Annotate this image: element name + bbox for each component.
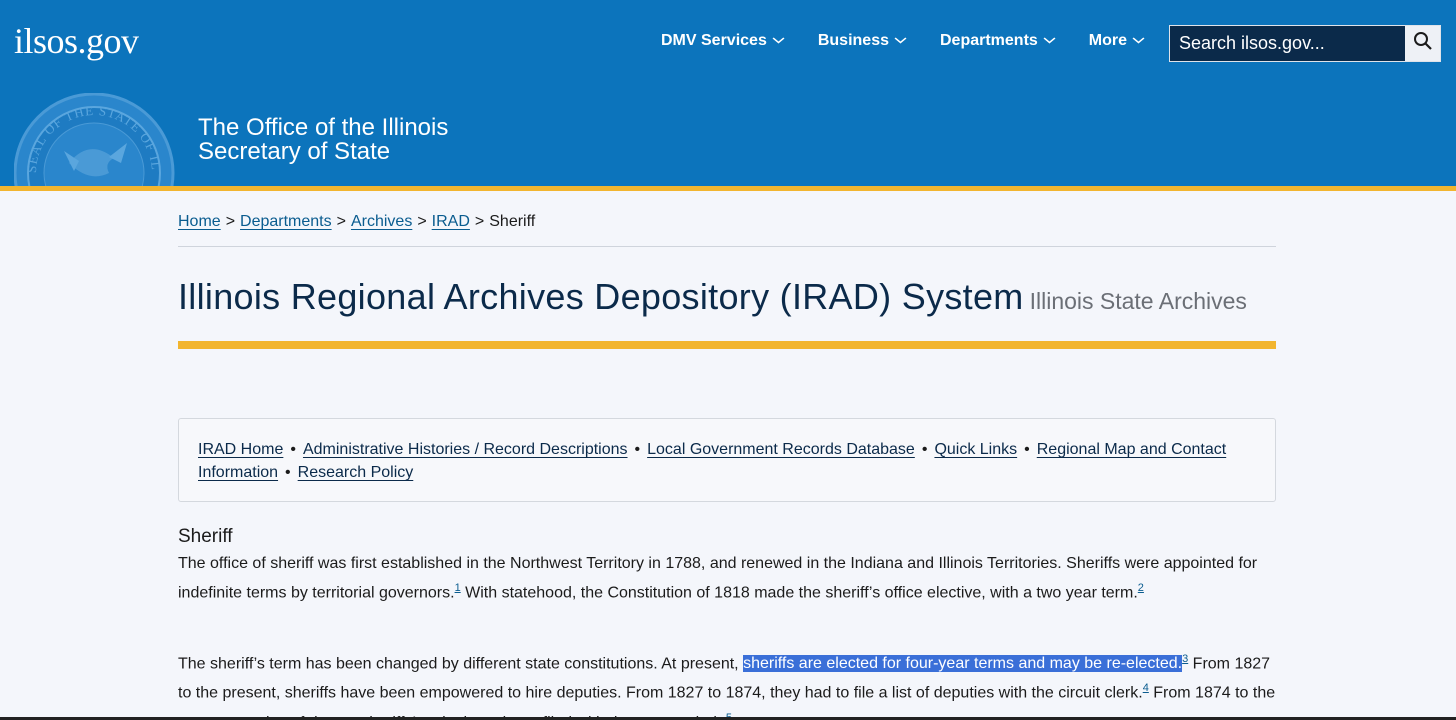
paragraph-1: The office of sheriff was first establis…	[178, 552, 1278, 605]
nav-separator: •	[921, 441, 928, 458]
nav-more[interactable]: More	[1088, 32, 1145, 50]
chevron-down-icon	[772, 35, 785, 47]
footnote-ref: 2	[1138, 582, 1144, 594]
irad-nav-admin-histories-link[interactable]: Administrative Histories / Record Descri…	[303, 441, 628, 458]
breadcrumb-irad-link[interactable]: IRAD	[432, 213, 470, 230]
nav-dmv-services[interactable]: DMV Services	[661, 32, 785, 50]
search-input[interactable]	[1170, 26, 1405, 61]
office-title-line2: Secretary of State	[198, 138, 391, 165]
irad-nav-local-gov-records-link[interactable]: Local Government Records Database	[647, 441, 915, 458]
nav-business[interactable]: Business	[817, 32, 907, 50]
nav-separator: •	[634, 441, 641, 458]
breadcrumb-home-link[interactable]: Home	[178, 213, 221, 230]
footnote-link[interactable]: 2	[1138, 582, 1144, 594]
site-header: ilsos.gov DMV Services Business Departme…	[0, 0, 1456, 186]
site-search	[1169, 25, 1441, 62]
page-title: Illinois Regional Archives Depository (I…	[178, 276, 1247, 318]
breadcrumb-separator: >	[225, 213, 236, 230]
irad-nav-home-link[interactable]: IRAD Home	[198, 441, 283, 458]
title-divider	[178, 341, 1276, 349]
office-title: The Office of the Illinois Secretary of …	[198, 116, 448, 164]
nav-separator: •	[1024, 441, 1030, 458]
page-title-text: Illinois Regional Archives Depository (I…	[178, 276, 1024, 317]
chevron-down-icon	[1043, 35, 1056, 47]
header-divider	[0, 186, 1456, 191]
breadcrumb-separator: >	[336, 213, 346, 230]
breadcrumb-separator: >	[417, 213, 427, 230]
nav-label: Departments	[939, 32, 1038, 49]
breadcrumb: Home > Departments > Archives > IRAD > Sheriff	[178, 213, 535, 231]
irad-nav-quick-links-link[interactable]: Quick Links	[934, 441, 1017, 458]
nav-separator: •	[290, 441, 296, 458]
breadcrumb-archives-link[interactable]: Archives	[351, 213, 412, 230]
nav-label: More	[1088, 32, 1128, 49]
nav-departments[interactable]: Departments	[939, 32, 1056, 50]
section-heading: Sheriff	[178, 526, 233, 547]
chevron-down-icon	[1132, 35, 1145, 47]
breadcrumb-departments-link[interactable]: Departments	[240, 213, 332, 230]
paragraph-text: With statehood, the Constitution of 1818…	[460, 584, 1138, 602]
search-icon	[1413, 31, 1433, 56]
breadcrumb-separator: >	[474, 213, 485, 230]
paragraph-text: The sheriff’s term has been changed by d…	[178, 655, 744, 673]
page-subtitle: Illinois State Archives	[1029, 288, 1247, 314]
paragraph-2: The sheriff’s term has been changed by d…	[178, 647, 1278, 720]
state-seal-image: SEAL OF THE STATE OF ILLINOIS	[14, 93, 176, 186]
nav-label: DMV Services	[661, 32, 767, 49]
irad-section-nav: IRAD Home • Administrative Histories / Rec…	[178, 418, 1276, 502]
search-button[interactable]	[1405, 26, 1440, 61]
selected-text[interactable]: sheriffs are elected for four-year terms…	[743, 655, 1183, 673]
breadcrumb-current: Sheriff	[489, 213, 536, 230]
main-nav: DMV Services Business Departments More	[661, 32, 1178, 50]
breadcrumb-divider	[178, 246, 1276, 247]
nav-separator: •	[285, 464, 291, 481]
site-logo[interactable]: ilsos.gov	[14, 20, 139, 62]
nav-label: Business	[817, 32, 889, 49]
office-title-line1: The Office of the Illinois	[198, 114, 449, 141]
irad-nav-research-policy-link[interactable]: Research Policy	[298, 464, 414, 481]
chevron-down-icon	[894, 35, 907, 47]
